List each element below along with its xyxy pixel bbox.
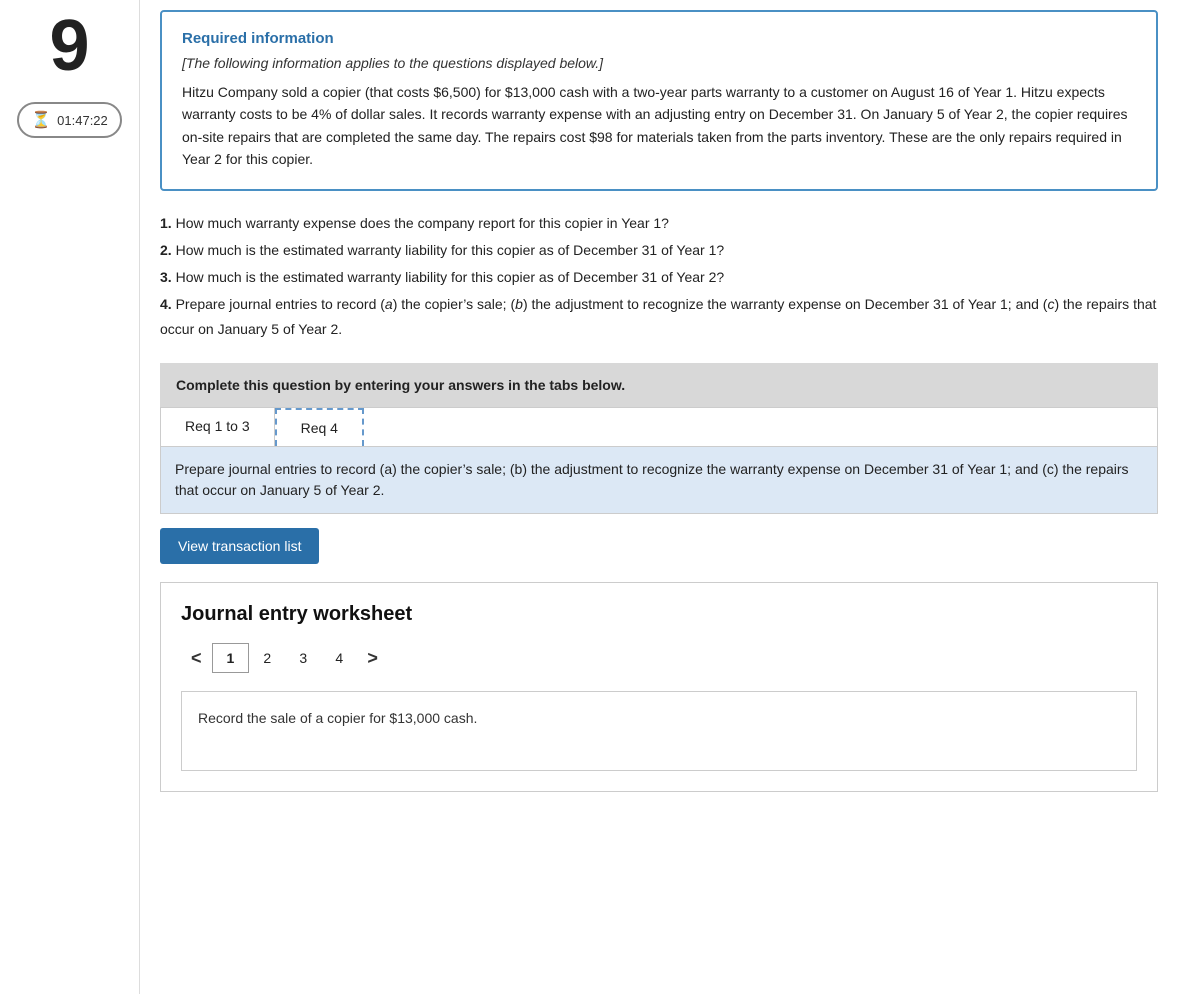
journal-title: Journal entry worksheet	[181, 603, 1137, 626]
complete-bar: Complete this question by entering your …	[160, 363, 1158, 407]
question-number: 9	[49, 10, 89, 82]
sidebar: 9 ⏳ 01:47:22	[0, 0, 140, 994]
nav-prev-button[interactable]: <	[181, 642, 212, 675]
question-2: 2. How much is the estimated warranty li…	[160, 238, 1158, 263]
tabs-container: Req 1 to 3 Req 4 Prepare journal entries…	[160, 407, 1158, 514]
timer-label: 01:47:22	[57, 113, 108, 128]
tab-content-text: Prepare journal entries to record (a) th…	[175, 461, 1129, 498]
nav-next-button[interactable]: >	[357, 642, 388, 675]
timer-icon: ⏳	[31, 110, 51, 130]
journal-worksheet: Journal entry worksheet < 1 2 3 4	[160, 582, 1158, 792]
required-info-body: Hitzu Company sold a copier (that costs …	[182, 81, 1136, 171]
journal-description-box: Record the sale of a copier for $13,000 …	[181, 691, 1137, 771]
timer-box: ⏳ 01:47:22	[17, 102, 122, 138]
tab-req-1-to-3[interactable]: Req 1 to 3	[161, 408, 275, 446]
journal-page-2[interactable]: 2	[249, 644, 285, 672]
journal-nav-wrapper: < 1 2 3 4 >	[181, 642, 1137, 691]
question-3: 3. How much is the estimated warranty li…	[160, 265, 1158, 290]
journal-description-text: Record the sale of a copier for $13,000 …	[198, 710, 477, 726]
journal-page-1[interactable]: 1	[212, 643, 250, 673]
journal-page-3[interactable]: 3	[285, 644, 321, 672]
required-info-subtitle: [The following information applies to th…	[182, 55, 1136, 71]
tab-req-4[interactable]: Req 4	[275, 408, 364, 446]
complete-bar-label: Complete this question by entering your …	[176, 377, 625, 393]
journal-nav: < 1 2 3 4 >	[181, 642, 388, 675]
question-4: 4. Prepare journal entries to record (a)…	[160, 292, 1158, 342]
questions-section: 1. How much warranty expense does the co…	[160, 211, 1158, 343]
main-content: Required information [The following info…	[140, 0, 1178, 994]
view-transaction-button[interactable]: View transaction list	[160, 528, 319, 564]
question-1: 1. How much warranty expense does the co…	[160, 211, 1158, 236]
tabs-row: Req 1 to 3 Req 4	[161, 408, 1157, 447]
journal-page-4[interactable]: 4	[321, 644, 357, 672]
required-info-title: Required information	[182, 30, 1136, 47]
required-info-box: Required information [The following info…	[160, 10, 1158, 191]
tab-content-area: Prepare journal entries to record (a) th…	[161, 447, 1157, 513]
